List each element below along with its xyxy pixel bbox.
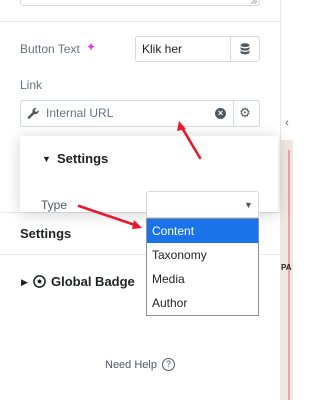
collapse-panel-icon[interactable]: ‹ — [281, 110, 293, 136]
wrench-icon — [27, 107, 39, 119]
type-select[interactable] — [146, 191, 259, 218]
resize-grip-icon[interactable] — [251, 0, 257, 4]
option-author[interactable]: Author — [147, 291, 258, 315]
divider — [233, 101, 234, 126]
button-text-input[interactable]: Klik her — [135, 36, 230, 62]
database-icon — [240, 43, 250, 55]
need-help-link[interactable]: Need Help — [105, 359, 157, 371]
global-badge-section-header[interactable]: Global Badge — [51, 274, 135, 289]
option-media[interactable]: Media — [147, 267, 258, 291]
button-text-label: Button Text — [20, 42, 80, 56]
sparkle-icon[interactable]: ✦ — [86, 41, 99, 54]
link-label: Link — [20, 78, 43, 92]
question-circle-icon[interactable]: ? — [162, 358, 175, 371]
gear-icon[interactable]: ⚙ — [238, 106, 252, 120]
clear-icon[interactable]: × — [215, 108, 226, 119]
soccer-ball-icon — [33, 275, 46, 288]
dynamic-tags-button[interactable] — [230, 36, 260, 62]
link-value: Internal URL — [46, 106, 114, 120]
type-dropdown-list: Content Taxonomy Media Author — [146, 218, 259, 316]
type-label: Type — [41, 198, 68, 212]
chevron-down-icon[interactable]: ▼ — [244, 200, 253, 210]
option-content[interactable]: Content — [147, 219, 258, 243]
caret-down-icon[interactable]: ▼ — [42, 154, 51, 164]
preview-accent-line — [288, 150, 290, 400]
option-taxonomy[interactable]: Taxonomy — [147, 243, 258, 267]
divider — [0, 21, 280, 22]
popup-title[interactable]: Settings — [57, 151, 108, 166]
settings-section-header[interactable]: Settings — [20, 226, 71, 241]
preview-text: PA — [281, 263, 292, 272]
caret-right-icon: ▶ — [21, 277, 28, 287]
textarea-field[interactable] — [20, 0, 260, 6]
